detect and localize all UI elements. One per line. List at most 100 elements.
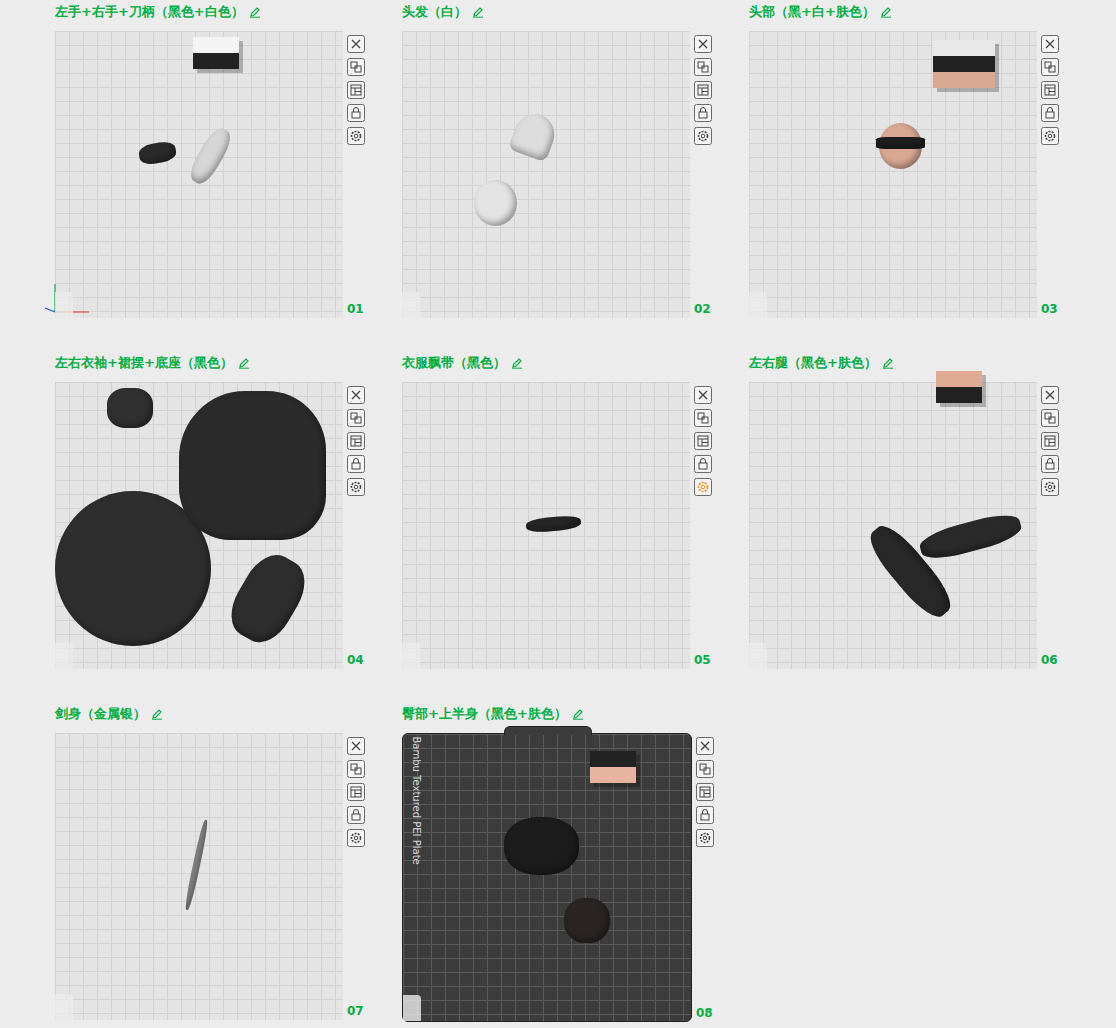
plate-name: 头部（黑+白+肤色） [749, 3, 875, 21]
model-part[interactable] [876, 137, 925, 148]
plate-title: 左手+右手+刀柄（黑色+白色） [55, 2, 402, 22]
arrange-icon[interactable] [696, 760, 714, 778]
plate-name: 头发（白） [402, 3, 467, 21]
arrange-icon[interactable] [347, 58, 365, 76]
filament-color [936, 387, 982, 403]
model-part[interactable] [184, 819, 210, 910]
plate-number: 06 [1041, 653, 1096, 669]
arrange-icon[interactable] [694, 409, 712, 427]
model-part[interactable] [185, 124, 235, 188]
build-plate[interactable] [55, 31, 343, 318]
close-icon[interactable] [694, 35, 712, 53]
plate-overview: 左手+右手+刀柄（黑色+白色） 01头发（白） 02头部（黑+白+肤色） 03左… [0, 0, 1116, 1028]
settings-gear-icon[interactable] [694, 478, 712, 496]
plate-handle [504, 726, 592, 735]
model-part[interactable] [221, 546, 315, 652]
build-plate[interactable]: Bambu Textured PEI Plate [402, 733, 692, 1022]
close-icon[interactable] [694, 386, 712, 404]
plate-card: 剑身（金属银） 07 [55, 704, 402, 1022]
build-plate[interactable] [749, 31, 1037, 318]
filament-color [936, 371, 982, 387]
build-plate[interactable] [55, 733, 343, 1020]
plate-title: 左右衣袖+裙摆+底座（黑色） [55, 353, 402, 373]
model-part[interactable] [107, 388, 153, 428]
lock-icon[interactable] [347, 104, 365, 122]
layout-icon[interactable] [347, 432, 365, 450]
edit-pencil-icon[interactable] [238, 357, 250, 369]
edit-pencil-icon[interactable] [880, 6, 892, 18]
build-plate[interactable] [402, 31, 690, 318]
arrange-icon[interactable] [694, 58, 712, 76]
plate-card: 臀部+上半身（黑色+肤色） Bambu Textured PEI Plate 0… [402, 704, 749, 1022]
layout-icon[interactable] [347, 783, 365, 801]
model-part[interactable] [564, 898, 610, 944]
model-part[interactable] [525, 515, 581, 534]
filament-swatch [933, 40, 995, 88]
close-icon[interactable] [1041, 386, 1059, 404]
layout-icon[interactable] [694, 81, 712, 99]
lock-icon[interactable] [696, 806, 714, 824]
close-icon[interactable] [696, 737, 714, 755]
lock-icon[interactable] [1041, 104, 1059, 122]
filament-color [933, 40, 995, 56]
edit-pencil-icon[interactable] [511, 357, 523, 369]
lock-icon[interactable] [347, 455, 365, 473]
lock-icon[interactable] [347, 806, 365, 824]
settings-gear-icon[interactable] [1041, 478, 1059, 496]
plate-title: 剑身（金属银） [55, 704, 402, 724]
model-part[interactable] [137, 140, 177, 166]
edit-pencil-icon[interactable] [472, 6, 484, 18]
lock-icon[interactable] [1041, 455, 1059, 473]
settings-gear-icon[interactable] [1041, 127, 1059, 145]
plate-corner-mark [55, 643, 73, 669]
settings-gear-icon[interactable] [696, 829, 714, 847]
model-part[interactable] [917, 510, 1024, 565]
layout-icon[interactable] [696, 783, 714, 801]
edit-pencil-icon[interactable] [882, 357, 894, 369]
edit-pencil-icon[interactable] [249, 6, 261, 18]
arrange-icon[interactable] [347, 409, 365, 427]
settings-gear-icon[interactable] [347, 127, 365, 145]
layout-icon[interactable] [1041, 432, 1059, 450]
plate-card: 左右腿（黑色+肤色） 06 [749, 353, 1096, 669]
arrange-icon[interactable] [1041, 409, 1059, 427]
model-part[interactable] [508, 109, 561, 163]
build-plate[interactable] [55, 382, 343, 669]
plate-number: 02 [694, 302, 749, 318]
lock-icon[interactable] [694, 455, 712, 473]
plate-name: 左手+右手+刀柄（黑色+白色） [55, 3, 244, 21]
lock-icon[interactable] [694, 104, 712, 122]
filament-color [933, 56, 995, 72]
build-plate[interactable] [402, 382, 690, 669]
settings-gear-icon[interactable] [694, 127, 712, 145]
settings-gear-icon[interactable] [347, 829, 365, 847]
plate-number: 03 [1041, 302, 1096, 318]
layout-icon[interactable] [1041, 81, 1059, 99]
model-part[interactable] [504, 817, 579, 874]
filament-swatch [193, 37, 239, 69]
close-icon[interactable] [347, 737, 365, 755]
plate-corner-mark [749, 292, 767, 318]
close-icon[interactable] [347, 386, 365, 404]
edit-pencil-icon[interactable] [572, 708, 584, 720]
plate-title: 头部（黑+白+肤色） [749, 2, 1096, 22]
plate-name: 剑身（金属银） [55, 705, 146, 723]
model-part[interactable] [474, 180, 517, 226]
model-part[interactable] [179, 391, 326, 540]
layout-icon[interactable] [694, 432, 712, 450]
close-icon[interactable] [347, 35, 365, 53]
filament-color [590, 751, 636, 767]
build-plate[interactable] [749, 382, 1037, 669]
filament-color [193, 37, 239, 53]
close-icon[interactable] [1041, 35, 1059, 53]
plate-corner-mark [55, 994, 73, 1020]
plate-name: 左右腿（黑色+肤色） [749, 354, 877, 372]
layout-icon[interactable] [347, 81, 365, 99]
plate-name: 左右衣袖+裙摆+底座（黑色） [55, 354, 233, 372]
filament-swatch [590, 751, 636, 783]
arrange-icon[interactable] [1041, 58, 1059, 76]
arrange-icon[interactable] [347, 760, 365, 778]
edit-pencil-icon[interactable] [151, 708, 163, 720]
settings-gear-icon[interactable] [347, 478, 365, 496]
plate-corner-mark [749, 643, 767, 669]
